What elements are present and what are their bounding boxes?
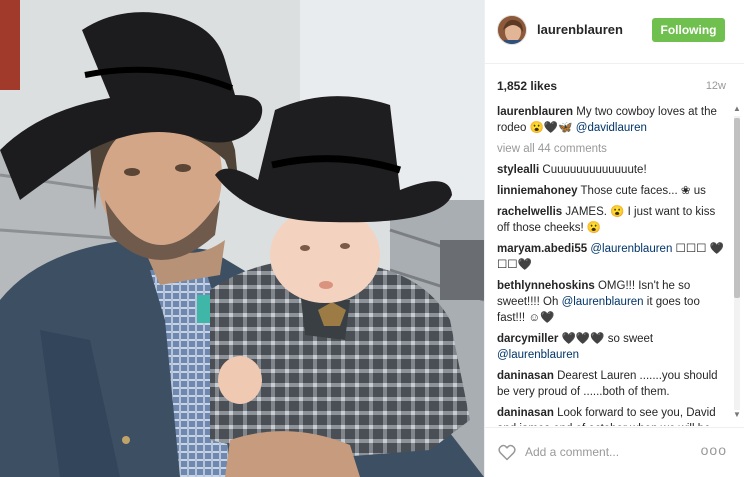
comment-text: 🖤🖤🖤 so sweet xyxy=(558,333,654,345)
comment-item: rachelwellis JAMES. 😮 I just want to kis… xyxy=(497,204,729,236)
comment-item: linniemahoney Those cute faces... ❀ us xyxy=(497,183,729,199)
comment-username[interactable]: bethlynnehoskins xyxy=(497,280,595,292)
comment-username[interactable]: darcymiller xyxy=(497,333,558,345)
comment-username[interactable]: daninasan xyxy=(497,407,554,419)
add-comment-input[interactable]: Add a comment... xyxy=(525,445,619,459)
comment-text: Cuuuuuuuuuuuuute! xyxy=(539,164,647,176)
post-photo xyxy=(0,0,484,477)
comments-scrollbar[interactable]: ▲ ▼ xyxy=(732,104,742,422)
avatar[interactable] xyxy=(497,15,527,45)
comment-username[interactable]: daninasan xyxy=(497,370,554,382)
comment-username[interactable]: stylealli xyxy=(497,164,539,176)
comment-text: Those cute faces... ❀ us xyxy=(577,185,706,197)
caption-mention[interactable]: @davidlauren xyxy=(576,122,647,134)
post-timestamp[interactable]: 12w xyxy=(706,80,726,92)
comment-item: bethlynnehoskins OMG!!! Isn't he so swee… xyxy=(497,278,729,326)
avatar-image xyxy=(498,16,526,44)
comment-username[interactable]: linniemahoney xyxy=(497,185,578,197)
comment-username[interactable]: rachelwellis xyxy=(497,206,562,218)
caption: laurenblauren My two cowboy loves at the… xyxy=(497,104,729,136)
comment-username[interactable]: maryam.abedi55 xyxy=(497,243,587,255)
comment-footer: Add a comment... ooo xyxy=(485,427,744,477)
comment-item: daninasan Look forward to see you, David… xyxy=(497,405,729,426)
caption-username[interactable]: laurenblauren xyxy=(497,106,573,118)
comment-list: laurenblauren My two cowboy loves at the… xyxy=(497,104,729,426)
comment-mention[interactable]: @laurenblauren xyxy=(497,349,579,361)
post-header: laurenblauren Following xyxy=(485,0,744,64)
likes-count[interactable]: 1,852 likes xyxy=(497,79,557,93)
post-author-username[interactable]: laurenblauren xyxy=(537,22,623,37)
post-side-panel: laurenblauren Following 1,852 likes 12w … xyxy=(484,0,744,477)
heart-icon[interactable] xyxy=(497,442,517,462)
scroll-down-arrow-icon[interactable]: ▼ xyxy=(733,410,741,419)
photo-illustration xyxy=(0,0,484,477)
more-options-icon[interactable]: ooo xyxy=(701,442,727,458)
following-button[interactable]: Following xyxy=(652,18,725,42)
scroll-up-arrow-icon[interactable]: ▲ xyxy=(733,104,741,113)
comment-mention[interactable]: @laurenblauren xyxy=(590,243,672,255)
comment-item: stylealli Cuuuuuuuuuuuuute! xyxy=(497,162,729,178)
comment-item: maryam.abedi55 @laurenblauren ☐☐☐ 🖤☐☐🖤 xyxy=(497,241,729,273)
comment-item: daninasan Dearest Lauren .......you shou… xyxy=(497,368,729,400)
view-all-comments-link[interactable]: view all 44 comments xyxy=(497,141,729,157)
comment-item: darcymiller 🖤🖤🖤 so sweet @laurenblauren xyxy=(497,331,729,363)
scrollbar-thumb[interactable] xyxy=(734,118,740,298)
comment-mention[interactable]: @laurenblauren xyxy=(562,296,644,308)
